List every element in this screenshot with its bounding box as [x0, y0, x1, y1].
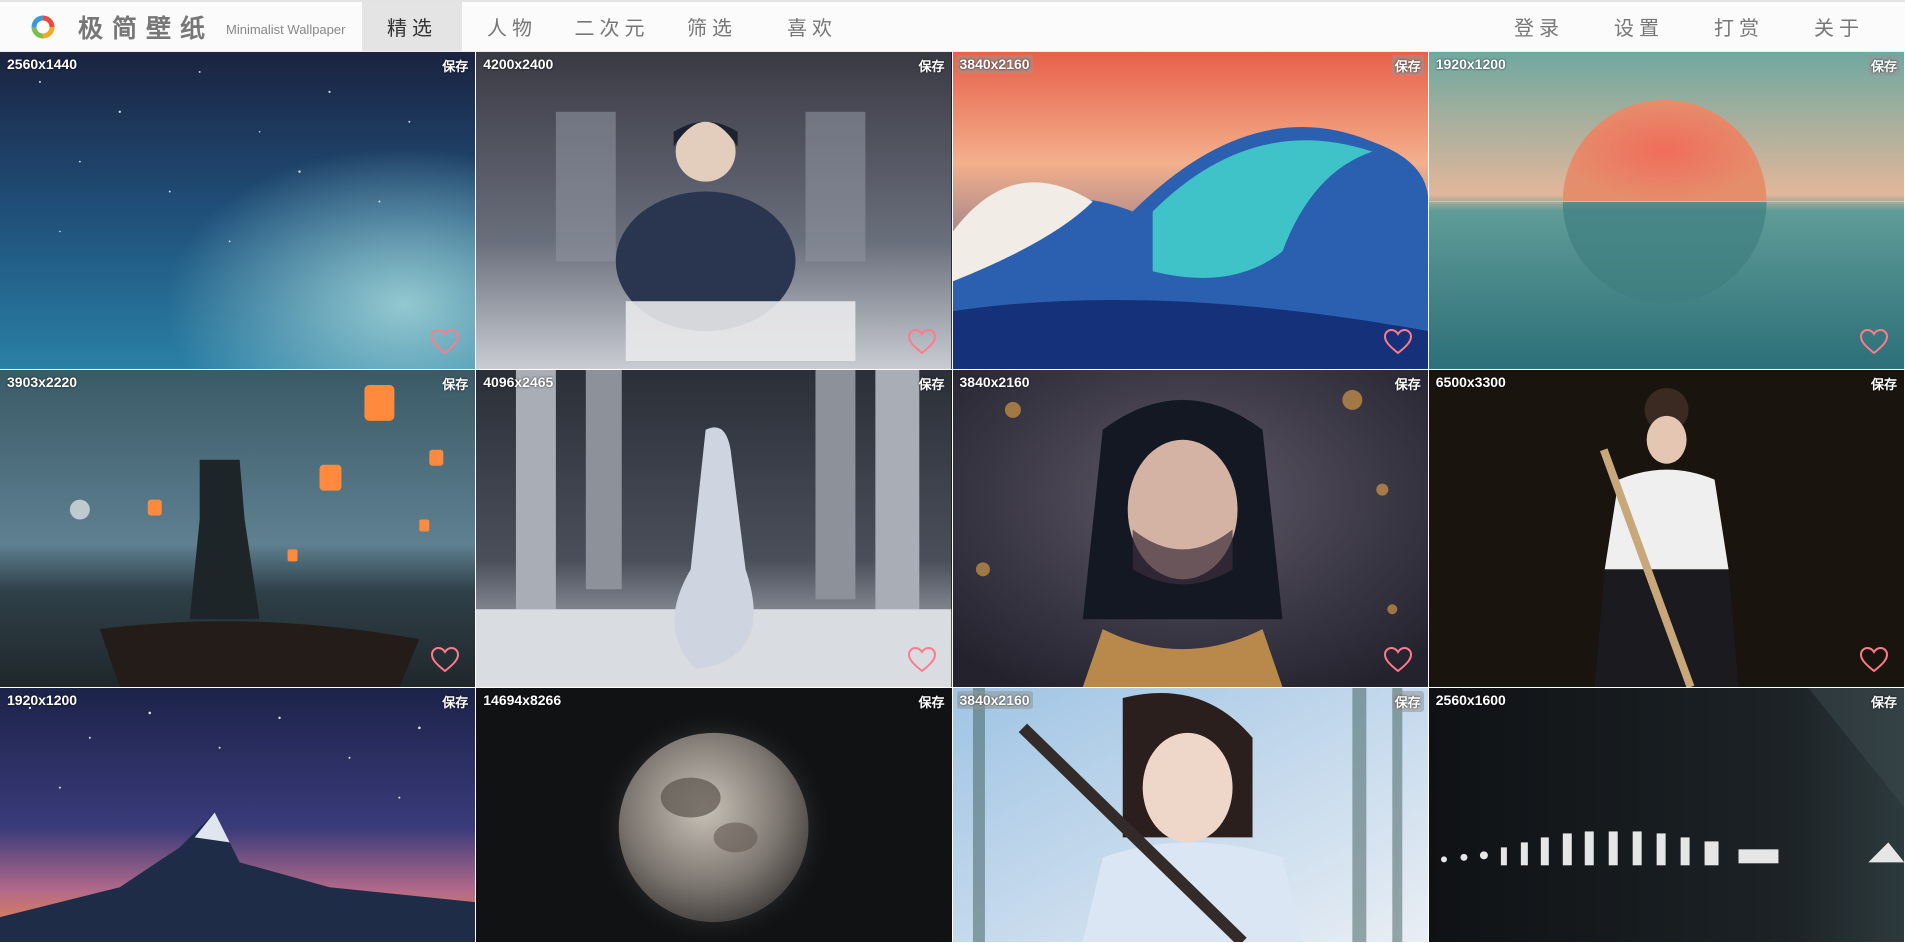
wallpaper-thumbnail-moon[interactable] [476, 688, 952, 942]
heart-icon[interactable] [1383, 329, 1412, 355]
nav-filter[interactable]: 筛选 [662, 2, 762, 51]
wallpaper-thumbnail-kendo-girl[interactable] [1428, 370, 1904, 687]
save-button[interactable]: 保存 [1392, 373, 1424, 394]
wallpaper-grid: 2560x1440 保存 4200x2400 保存 3840x2160 保存 1… [0, 52, 1905, 943]
app-title: 极简壁纸 [78, 13, 215, 43]
save-button[interactable]: 保存 [1867, 55, 1900, 76]
wallpaper-card[interactable]: 3840x2160 保存 [952, 688, 1429, 943]
heart-icon[interactable] [431, 647, 460, 673]
nav-login[interactable]: 登录 [1489, 2, 1589, 51]
nav-donate[interactable]: 打赏 [1689, 2, 1789, 51]
save-button[interactable]: 保存 [915, 55, 947, 76]
save-button[interactable]: 保存 [1391, 691, 1424, 712]
wallpaper-card[interactable]: 14694x8266 保存 [476, 688, 953, 943]
resolution-badge: 1920x1200 [7, 692, 78, 708]
save-button[interactable]: 保存 [439, 55, 471, 76]
resolution-badge: 6500x3300 [1435, 374, 1506, 390]
wallpaper-card[interactable]: 4200x2400 保存 [476, 52, 953, 370]
wallpaper-card[interactable]: 2560x1600 保存 [1428, 688, 1905, 943]
heart-icon[interactable] [1860, 647, 1888, 673]
wallpaper-card[interactable]: 6500x3300 保存 [1428, 370, 1905, 688]
wallpaper-thumbnail-temple-stairs[interactable] [476, 370, 952, 687]
logo-icon [31, 15, 55, 38]
wallpaper-thumbnail-life-evolution[interactable] [1428, 688, 1904, 942]
nav-about[interactable]: 关于 [1789, 2, 1889, 51]
brand[interactable]: 极简壁纸 Minimalist Wallpaper [0, 2, 362, 51]
heart-icon[interactable] [1383, 647, 1412, 673]
save-button[interactable]: 保存 [915, 373, 947, 394]
nav-anime[interactable]: 二次元 [562, 2, 662, 51]
save-button[interactable]: 保存 [439, 691, 471, 712]
wallpaper-thumbnail-sun-sea[interactable] [1428, 52, 1904, 369]
wallpaper-thumbnail-mountain-stars[interactable] [0, 688, 476, 942]
wallpaper-card[interactable]: 2560x1440 保存 [0, 52, 477, 370]
save-button[interactable]: 保存 [915, 691, 947, 712]
resolution-badge: 3840x2160 [956, 691, 1033, 709]
wallpaper-card[interactable]: 3840x2160 保存 [952, 52, 1429, 370]
wallpaper-card[interactable]: 1920x1200 保存 [1428, 52, 1905, 370]
resolution-badge: 14694x8266 [483, 692, 562, 708]
resolution-badge: 3840x2160 [956, 55, 1033, 73]
user-nav: 登录 设置 打赏 关于 [1489, 2, 1905, 51]
wallpaper-card[interactable]: 3840x2160 保存 [952, 370, 1429, 688]
main-nav: 精选 人物 二次元 筛选 喜欢 [362, 2, 862, 51]
nav-featured[interactable]: 精选 [362, 2, 462, 51]
wallpaper-card[interactable]: 4096x2465 保存 [476, 370, 953, 688]
resolution-badge: 4200x2400 [483, 56, 554, 72]
wallpaper-thumbnail-veiled-woman[interactable] [952, 370, 1428, 687]
top-navigation-bar: 极简壁纸 Minimalist Wallpaper 精选 人物 二次元 筛选 喜… [0, 0, 1905, 52]
save-button[interactable]: 保存 [1868, 691, 1900, 712]
wallpaper-thumbnail-sword-girl[interactable] [952, 688, 1428, 942]
resolution-badge: 2560x1440 [7, 56, 78, 72]
wallpaper-thumbnail-lantern-boat[interactable] [0, 370, 476, 687]
nav-favorites[interactable]: 喜欢 [762, 2, 862, 51]
resolution-badge: 3903x2220 [7, 374, 78, 390]
heart-icon[interactable] [1860, 329, 1888, 355]
resolution-badge: 1920x1200 [1435, 56, 1506, 72]
wallpaper-thumbnail-starry-clouds[interactable] [0, 52, 476, 369]
wallpaper-card[interactable]: 3903x2220 保存 [0, 370, 477, 688]
resolution-badge: 2560x1600 [1435, 692, 1506, 708]
save-button[interactable]: 保存 [439, 373, 471, 394]
wallpaper-thumbnail-woman-room[interactable] [476, 52, 952, 369]
app-subtitle: Minimalist Wallpaper [226, 22, 346, 37]
wallpaper-thumbnail-great-wave[interactable] [952, 52, 1428, 369]
nav-people[interactable]: 人物 [462, 2, 562, 51]
wallpaper-card[interactable]: 1920x1200 保存 [0, 688, 477, 943]
heart-icon[interactable] [907, 329, 936, 355]
resolution-badge: 4096x2465 [483, 374, 554, 390]
heart-icon[interactable] [431, 329, 460, 355]
save-button[interactable]: 保存 [1868, 373, 1900, 394]
nav-settings[interactable]: 设置 [1589, 2, 1689, 51]
save-button[interactable]: 保存 [1391, 55, 1424, 76]
heart-icon[interactable] [907, 647, 936, 673]
resolution-badge: 3840x2160 [959, 374, 1030, 390]
